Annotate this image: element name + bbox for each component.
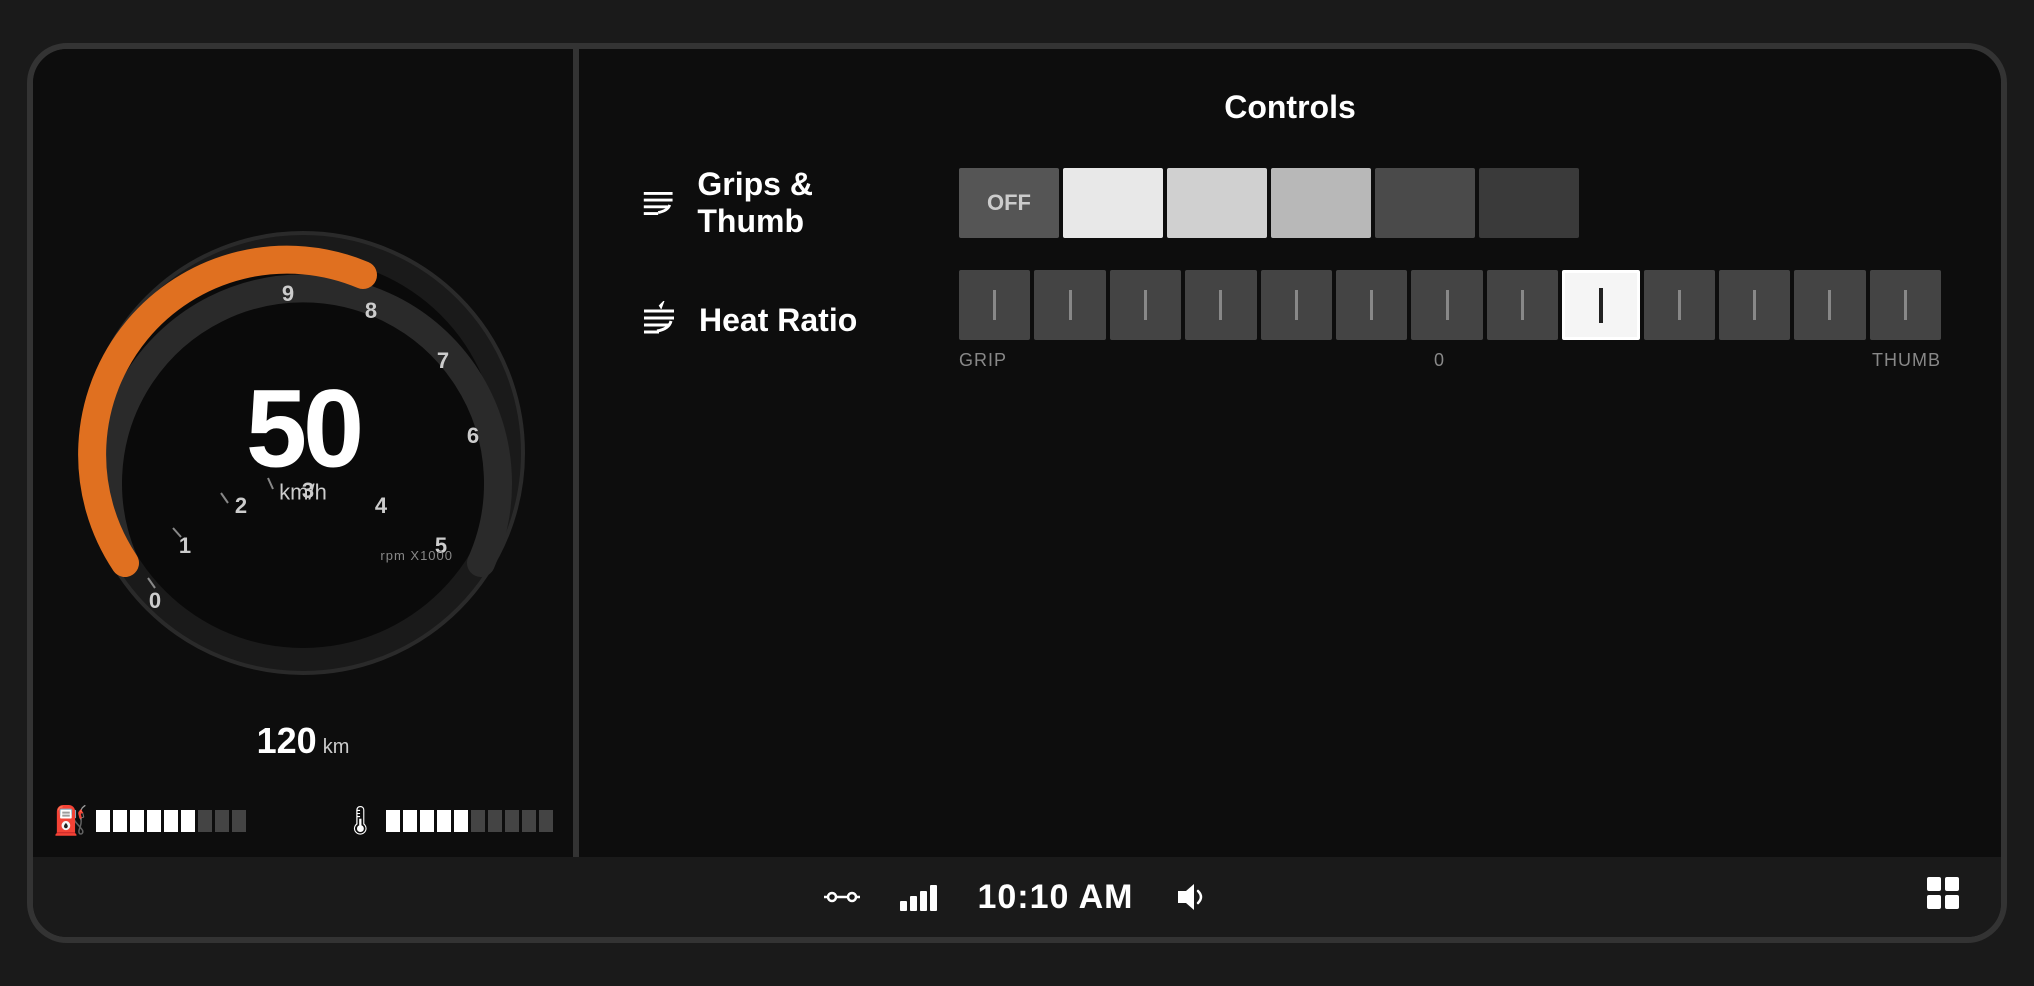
- status-time: 10:10 AM: [977, 878, 1133, 917]
- speedometer: 0 1 2 3 4 5 6 7 8: [73, 223, 533, 683]
- fuel-bars: [96, 810, 246, 832]
- ratio-seg-9-active[interactable]: [1562, 270, 1639, 340]
- heat-ratio-label: Heat Ratio: [699, 302, 857, 339]
- bar: [113, 810, 127, 832]
- ratio-seg-10[interactable]: [1644, 270, 1715, 340]
- speed-display: 50 km/h: [246, 374, 360, 505]
- bar: [130, 810, 144, 832]
- bar: [164, 810, 178, 832]
- distance-display: 120 km: [257, 720, 350, 762]
- ratio-seg-5[interactable]: [1261, 270, 1332, 340]
- svg-text:9: 9: [282, 281, 294, 306]
- svg-text:7: 7: [437, 348, 449, 373]
- ratio-seg-4[interactable]: [1185, 270, 1256, 340]
- heat-level-5-button[interactable]: [1479, 168, 1579, 238]
- ratio-seg-12[interactable]: [1794, 270, 1865, 340]
- svg-text:4: 4: [375, 493, 388, 518]
- grips-label-section: Grips & Thumb: [639, 166, 919, 240]
- svg-text:6: 6: [467, 423, 479, 448]
- svg-text:8: 8: [365, 298, 377, 323]
- bar: [147, 810, 161, 832]
- distance-value: 120: [257, 720, 317, 762]
- main-content: 0 1 2 3 4 5 6 7 8: [33, 49, 2001, 857]
- grid-icon[interactable]: [1925, 875, 1961, 919]
- heat-level-1-button[interactable]: [1063, 168, 1163, 238]
- grips-row: Grips & Thumb OFF: [639, 166, 1941, 240]
- device-frame: 0 1 2 3 4 5 6 7 8: [27, 43, 2007, 943]
- heat-selector: OFF: [959, 168, 1579, 238]
- bar: [454, 810, 468, 832]
- bar: [96, 810, 110, 832]
- ratio-label-thumb: THUMB: [1872, 350, 1941, 371]
- temp-bars: [386, 810, 553, 832]
- heat-ratio-label-section: Heat Ratio: [639, 301, 919, 341]
- bar: [420, 810, 434, 832]
- bar: [403, 810, 417, 832]
- bar-empty: [488, 810, 502, 832]
- ratio-seg-1[interactable]: [959, 270, 1030, 340]
- volume-icon[interactable]: [1174, 879, 1210, 915]
- ratio-seg-8[interactable]: [1487, 270, 1558, 340]
- signal-bar-2: [910, 896, 917, 911]
- bar-empty: [215, 810, 229, 832]
- controls-title: Controls: [639, 89, 1941, 126]
- bar: [437, 810, 451, 832]
- fuel-icon: ⛽: [53, 804, 88, 837]
- signal-icon: [900, 883, 937, 911]
- bar: [386, 810, 400, 832]
- bar-empty: [471, 810, 485, 832]
- heat-level-4-button[interactable]: [1375, 168, 1475, 238]
- svg-text:0: 0: [149, 588, 161, 613]
- left-panel: 0 1 2 3 4 5 6 7 8: [33, 49, 573, 857]
- settings-icon[interactable]: [824, 879, 860, 915]
- signal-bar-3: [920, 891, 927, 911]
- bar: [181, 810, 195, 832]
- heat-level-3-button[interactable]: [1271, 168, 1371, 238]
- ratio-labels: GRIP 0 THUMB: [959, 350, 1941, 371]
- bar-empty: [539, 810, 553, 832]
- ratio-label-grip: GRIP: [959, 350, 1007, 371]
- ratio-seg-11[interactable]: [1719, 270, 1790, 340]
- ratio-seg-13[interactable]: [1870, 270, 1941, 340]
- signal-bar-4: [930, 885, 937, 911]
- temp-icon: 🌡: [342, 804, 378, 837]
- bottom-gauges: ⛽ 🌡: [53, 804, 553, 837]
- bar-empty: [232, 810, 246, 832]
- distance-unit: km: [323, 736, 350, 759]
- bar-empty: [522, 810, 536, 832]
- ratio-seg-3[interactable]: [1110, 270, 1181, 340]
- heat-level-2-button[interactable]: [1167, 168, 1267, 238]
- signal-bar-1: [900, 901, 907, 911]
- bar-empty: [198, 810, 212, 832]
- grips-label: Grips & Thumb: [697, 166, 919, 240]
- fuel-gauge: ⛽: [53, 804, 246, 837]
- right-panel: Controls Grips & Thumb OFF: [579, 49, 2001, 857]
- bar-empty: [505, 810, 519, 832]
- ratio-slider-container: GRIP 0 THUMB: [959, 270, 1941, 371]
- temp-gauge: 🌡: [342, 804, 553, 837]
- ratio-track[interactable]: [959, 270, 1941, 340]
- ratio-seg-6[interactable]: [1336, 270, 1407, 340]
- speed-value: 50: [246, 374, 360, 484]
- heat-ratio-icon: [639, 301, 679, 341]
- ratio-label-center: 0: [1434, 350, 1445, 371]
- grips-icon: [639, 183, 677, 223]
- ratio-seg-2[interactable]: [1034, 270, 1105, 340]
- rpm-label: rpm X1000: [380, 548, 453, 563]
- heat-off-button[interactable]: OFF: [959, 168, 1059, 238]
- status-bar: 10:10 AM: [33, 857, 2001, 937]
- ratio-seg-7[interactable]: [1411, 270, 1482, 340]
- heat-ratio-row: Heat Ratio: [639, 270, 1941, 371]
